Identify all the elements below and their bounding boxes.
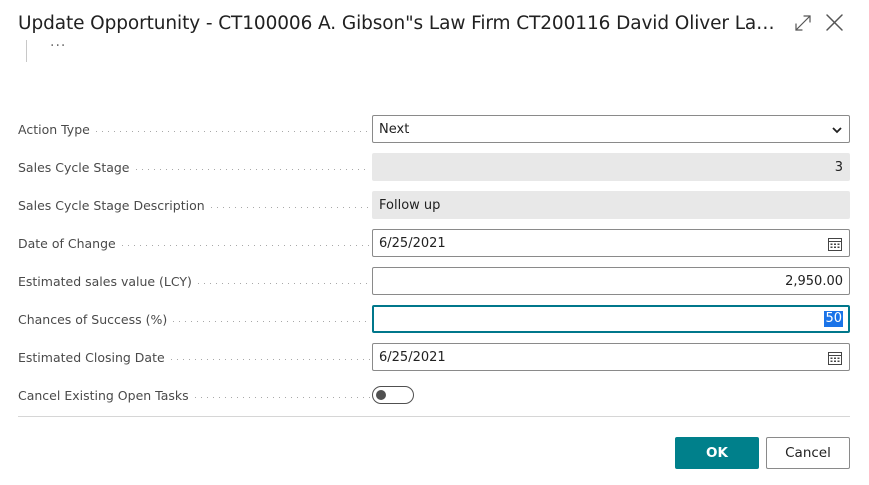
sales-cycle-stage-field: 3: [372, 153, 850, 181]
stage-description-row: Sales Cycle Stage Description Follow up: [18, 191, 850, 219]
stage-description-value: Follow up: [379, 197, 441, 213]
date-of-change-row: Date of Change 6/25/2021: [18, 229, 850, 257]
dialog-title: Update Opportunity - CT100006 A. Gibson"…: [18, 13, 778, 34]
chances-of-success-value: 50: [824, 311, 843, 327]
cancel-open-tasks-row: Cancel Existing Open Tasks: [18, 381, 850, 409]
date-of-change-input[interactable]: 6/25/2021: [372, 229, 850, 257]
close-button[interactable]: [822, 10, 848, 36]
ok-button[interactable]: OK: [675, 437, 759, 469]
chances-of-success-label: Chances of Success (%): [18, 305, 370, 333]
footer-divider: [18, 416, 850, 417]
cancel-open-tasks-toggle[interactable]: [372, 386, 414, 404]
sales-cycle-stage-row: Sales Cycle Stage 3: [18, 153, 850, 181]
estimated-sales-value-value: 2,950.00: [785, 273, 843, 289]
expand-icon: [795, 15, 811, 31]
estimated-sales-value-label: Estimated sales value (LCY): [18, 267, 370, 295]
action-type-label: Action Type: [18, 115, 370, 143]
estimated-closing-date-value: 6/25/2021: [379, 349, 446, 365]
stage-description-field: Follow up: [372, 191, 850, 219]
estimated-closing-date-row: Estimated Closing Date 6/25/2021: [18, 343, 850, 371]
expand-button[interactable]: [790, 10, 816, 36]
toggle-knob: [376, 390, 386, 400]
chevron-down-icon: [832, 127, 842, 134]
stage-description-label: Sales Cycle Stage Description: [18, 191, 370, 219]
chances-of-success-row: Chances of Success (%) 50: [18, 305, 850, 333]
header-divider: [26, 40, 27, 62]
estimated-sales-value-input[interactable]: 2,950.00: [372, 267, 850, 295]
cancel-button[interactable]: Cancel: [766, 437, 850, 469]
cancel-open-tasks-label: Cancel Existing Open Tasks: [18, 381, 370, 409]
sales-cycle-stage-label: Sales Cycle Stage: [18, 153, 370, 181]
calendar-icon[interactable]: [827, 350, 843, 366]
action-type-select[interactable]: Next: [372, 115, 850, 143]
estimated-closing-date-label: Estimated Closing Date: [18, 343, 370, 371]
more-options-button[interactable]: ···: [50, 38, 66, 54]
sales-cycle-stage-value: 3: [834, 159, 843, 175]
date-of-change-label: Date of Change: [18, 229, 370, 257]
estimated-sales-value-row: Estimated sales value (LCY) 2,950.00: [18, 267, 850, 295]
action-type-row: Action Type Next: [18, 115, 850, 143]
action-type-value: Next: [379, 121, 410, 137]
date-of-change-value: 6/25/2021: [379, 235, 446, 251]
estimated-closing-date-input[interactable]: 6/25/2021: [372, 343, 850, 371]
chances-of-success-input[interactable]: 50: [372, 305, 850, 333]
calendar-icon[interactable]: [827, 236, 843, 252]
close-icon: [826, 14, 843, 31]
